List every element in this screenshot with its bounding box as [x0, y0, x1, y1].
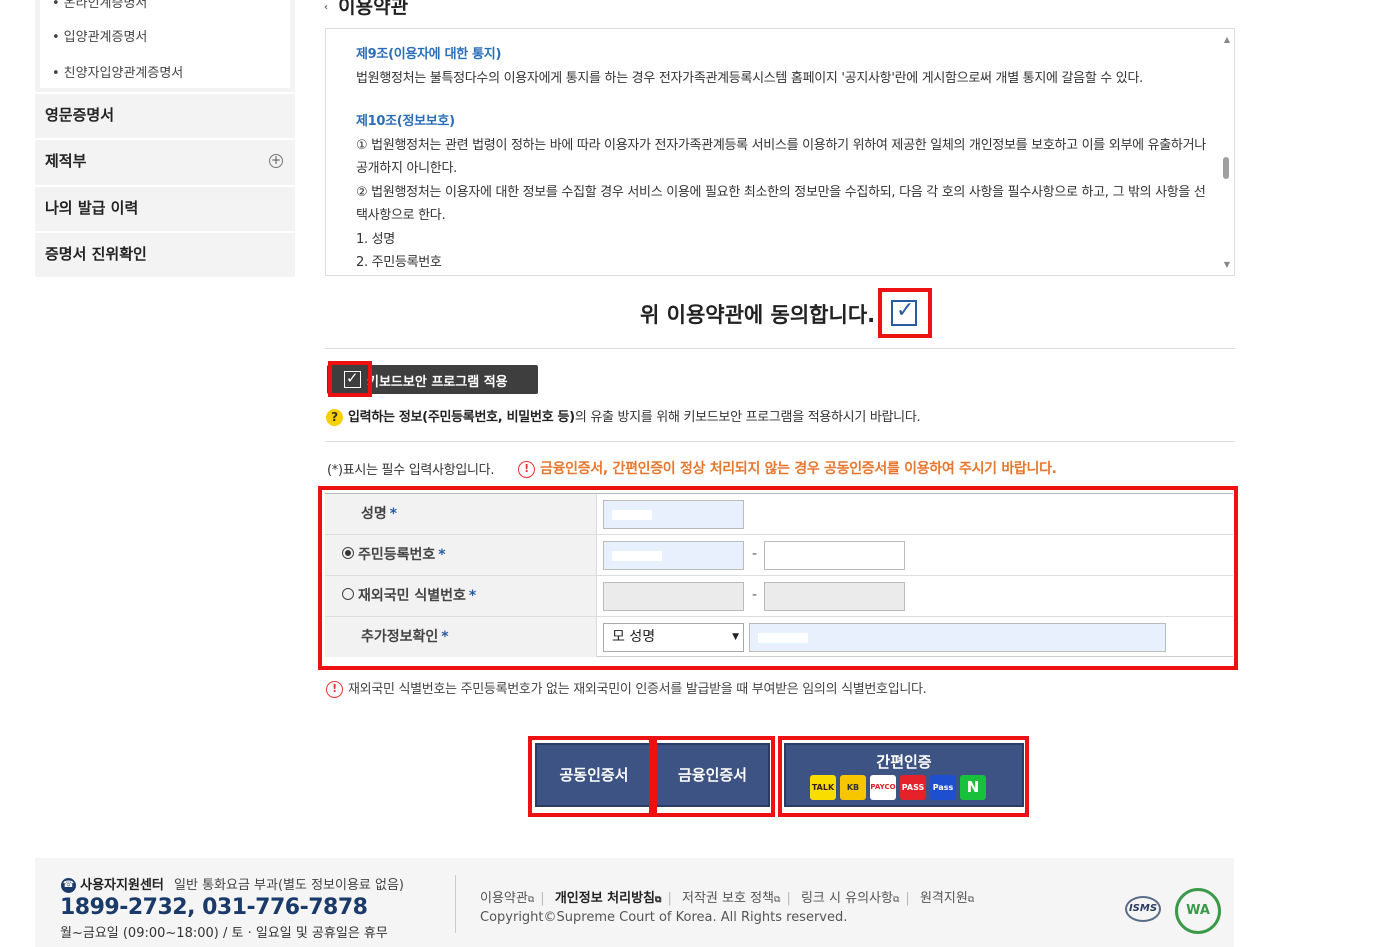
highlight-box — [328, 361, 372, 397]
terms-item: 1. 성명 — [356, 231, 395, 247]
highlight-box — [653, 736, 775, 817]
terms-article-title: 제9조(이용자에 대한 통지) — [356, 47, 502, 62]
keyboard-info: ? 입력하는 정보(주민등록번호, 비밀번호 등)의 유출 방지를 위해 키보드보… — [326, 406, 921, 426]
scroll-thumb[interactable] — [1223, 157, 1229, 179]
terms-article-title: 제10조(정보보호) — [356, 114, 455, 129]
footer: ☎ 사용자지원센터 일반 통화요금 부과(별도 정보이용료 없음) 1899-2… — [35, 858, 1234, 947]
exclamation-icon: ! — [326, 681, 343, 698]
sidebar-item-jejeokbu[interactable]: 제적부 + — [35, 138, 295, 182]
support-phone: 1899-2732, 031-776-7878 — [60, 895, 368, 920]
phone-icon: ☎ — [61, 878, 76, 893]
required-note: (*)표시는 필수 입력사항입니다. — [327, 463, 495, 478]
sidebar-sub-item[interactable]: • 입양관계증명서 — [52, 26, 147, 45]
external-link-icon: ⧉ — [967, 895, 975, 905]
footer-links: 이용약관⧉ | 개인정보 처리방침⧉ | 저작권 보호 정책⧉ | 링크 시 유의사항… — [480, 891, 975, 906]
terms-box[interactable]: 제9조(이용자에 대한 통지) 법원행정처는 불특정다수의 이용자에게 통지를 … — [325, 28, 1235, 276]
sidebar-sub-item[interactable]: • 친양자입양관계증명서 — [52, 62, 183, 81]
footer-link-remote[interactable]: 원격지원⧉ — [920, 891, 974, 906]
divider — [325, 441, 1235, 442]
highlight-box — [778, 736, 1029, 817]
chevron-icon: ‹ — [324, 2, 329, 13]
external-link-icon: ⧉ — [655, 895, 662, 905]
web-accessibility-badge: WA — [1175, 888, 1221, 934]
sidebar-sub-item[interactable]: • 온라인계증명서 — [52, 0, 147, 11]
keyboard-security-label: 키보드보안 프로그램 적용 — [367, 375, 508, 390]
scroll-down-arrow-icon[interactable]: ▼ — [1224, 260, 1230, 269]
question-icon: ? — [326, 409, 343, 426]
footer-link-copyright[interactable]: 저작권 보호 정책⧉ — [682, 891, 780, 906]
isms-badge: ISMS — [1125, 896, 1161, 922]
footer-link-link-policy[interactable]: 링크 시 유의사항⧉ — [801, 891, 899, 906]
external-link-icon: ⧉ — [892, 895, 900, 905]
sidebar-item-english-cert[interactable]: 영문증명서 — [35, 92, 295, 136]
sidebar-item-my-history[interactable]: 나의 발급 이력 — [35, 185, 295, 229]
exclamation-icon: ! — [518, 460, 535, 478]
highlight-box — [528, 736, 653, 817]
plus-circle-icon[interactable]: + — [269, 154, 283, 168]
sidebar: • 온라인계증명서 • 입양관계증명서 • 친양자입양관계증명서 영문증명서 제적부 +… — [35, 0, 295, 277]
warning-note: ! 금융인증서, 간편인증이 정상 처리되지 않는 경우 공동인증서를 이용하여 … — [518, 458, 1057, 478]
support-center: ☎ 사용자지원센터 일반 통화요금 부과(별도 정보이용료 없음) — [61, 878, 405, 893]
footer-link-terms[interactable]: 이용약관⧉ — [480, 891, 534, 906]
highlight-box — [878, 288, 932, 338]
sidebar-sub-list: • 온라인계증명서 • 입양관계증명서 • 친양자입양관계증명서 — [40, 0, 290, 88]
terms-item: 2. 주민등록번호 — [356, 255, 442, 270]
terms-paragraph: ② 법원행정처는 이용자에 대한 정보를 수집할 경우 서비스 이용에 필요한 … — [356, 184, 1206, 224]
terms-content: 제9조(이용자에 대한 통지) 법원행정처는 불특정다수의 이용자에게 통지를 … — [356, 43, 1206, 275]
divider — [325, 348, 1235, 349]
section-title: ‹ 이용약관 — [324, 0, 409, 18]
divider — [455, 875, 456, 933]
foreign-id-note: ! 재외국민 식별번호는 주민등록번호가 없는 재외국민이 인증서를 발급받을 때… — [326, 678, 927, 698]
footer-link-privacy[interactable]: 개인정보 처리방침⧉ — [555, 891, 662, 906]
scroll-up-arrow-icon[interactable]: ▲ — [1224, 35, 1230, 44]
support-hours: 월~금요일 (09:00~18:00) / 토 · 일요일 및 공휴일은 휴무 — [60, 926, 388, 941]
terms-paragraph: ① 법원행정처는 관련 법령이 정하는 바에 따라 이용자가 전자가족관계등록 … — [356, 137, 1206, 177]
sidebar-item-verify[interactable]: 증명서 진위확인 — [35, 231, 295, 275]
external-link-icon: ⧉ — [774, 895, 781, 905]
external-link-icon: ⧉ — [527, 895, 535, 905]
copyright: Copyright©Supreme Court of Korea. All Ri… — [480, 910, 848, 925]
scrollbar[interactable]: ▲ ▼ — [1218, 29, 1234, 275]
agree-label: 위 이용약관에 동의합니다. — [640, 303, 876, 327]
highlight-box — [318, 486, 1238, 670]
terms-paragraph: 법원행정처는 불특정다수의 이용자에게 통지를 하는 경우 전자가족관계등록시스… — [356, 70, 1143, 86]
